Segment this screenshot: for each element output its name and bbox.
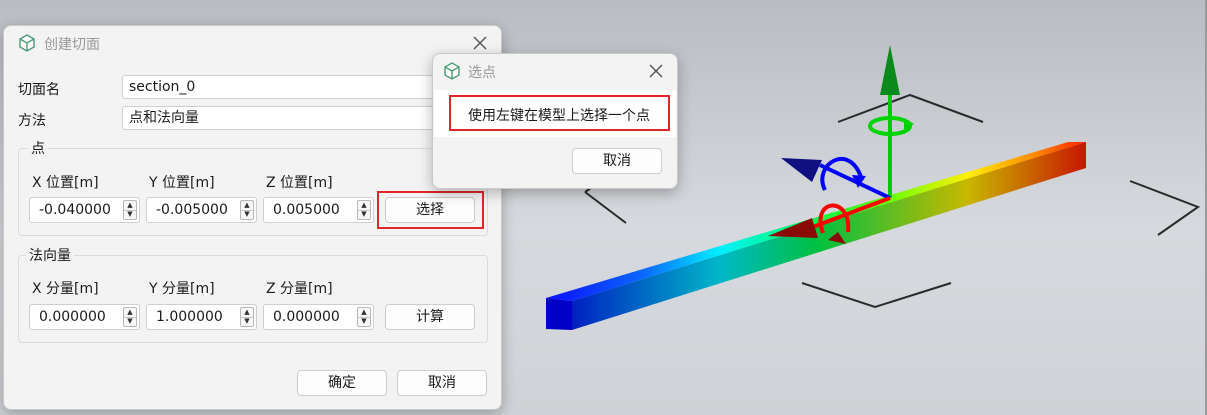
spin-down-icon[interactable]: ▼ — [124, 317, 136, 326]
point-z-value: 0.005000 — [273, 202, 340, 218]
compute-button[interactable]: 计算 — [385, 304, 475, 330]
normal-x-value: 0.000000 — [39, 309, 106, 325]
normal-group-title: 法向量 — [26, 245, 74, 265]
point-x-stepper[interactable]: -0.040000 ▲ ▼ — [29, 197, 140, 223]
dialog-title: 创建切面 — [44, 37, 100, 53]
select-button-highlight — [377, 191, 484, 229]
normal-y-stepper[interactable]: 1.000000 ▲ ▼ — [146, 304, 257, 330]
create-section-dialog: 创建切面 切面名 section_0 方法 点和法向量 点 X 位置[m] Y … — [3, 25, 502, 410]
pick-point-dialog: 选点 使用左键在模型上选择一个点 取消 — [432, 53, 678, 189]
spin-down-icon[interactable]: ▼ — [358, 210, 370, 219]
cancel-button[interactable]: 取消 — [397, 370, 487, 396]
normal-x-label: X 分量[m] — [32, 281, 99, 297]
pick-dialog-title: 选点 — [468, 65, 496, 81]
normal-y-label: Y 分量[m] — [149, 281, 215, 297]
point-z-stepper[interactable]: 0.005000 ▲ ▼ — [263, 197, 374, 223]
app-cube-icon — [19, 34, 35, 52]
normal-z-stepper[interactable]: 0.000000 ▲ ▼ — [263, 304, 374, 330]
spin-down-icon[interactable]: ▼ — [241, 210, 253, 219]
method-label: 方法 — [18, 113, 46, 129]
pick-cancel-button[interactable]: 取消 — [572, 148, 662, 174]
point-y-label: Y 位置[m] — [149, 175, 215, 191]
spin-down-icon[interactable]: ▼ — [358, 317, 370, 326]
app-cube-icon — [444, 62, 460, 80]
point-y-stepper[interactable]: -0.005000 ▲ ▼ — [146, 197, 257, 223]
point-z-label: Z 位置[m] — [266, 175, 333, 191]
normal-y-value: 1.000000 — [156, 309, 223, 325]
message-highlight — [449, 95, 670, 131]
dialog-titlebar[interactable]: 创建切面 — [4, 26, 501, 60]
point-y-value: -0.005000 — [156, 202, 228, 218]
normal-z-label: Z 分量[m] — [266, 281, 333, 297]
close-icon[interactable] — [471, 34, 489, 52]
pick-dialog-titlebar[interactable]: 选点 — [433, 54, 677, 88]
point-x-label: X 位置[m] — [32, 175, 99, 191]
close-icon[interactable] — [647, 62, 665, 80]
point-x-value: -0.040000 — [39, 202, 111, 218]
point-group-title: 点 — [28, 138, 48, 158]
normal-x-stepper[interactable]: 0.000000 ▲ ▼ — [29, 304, 140, 330]
z-axis-manipulator[interactable] — [781, 157, 891, 200]
y-axis-manipulator[interactable] — [868, 45, 914, 198]
section-name-label: 切面名 — [18, 82, 60, 98]
ok-button[interactable]: 确定 — [297, 370, 387, 396]
spin-down-icon[interactable]: ▼ — [241, 317, 253, 326]
normal-z-value: 0.000000 — [273, 309, 340, 325]
spin-down-icon[interactable]: ▼ — [124, 210, 136, 219]
